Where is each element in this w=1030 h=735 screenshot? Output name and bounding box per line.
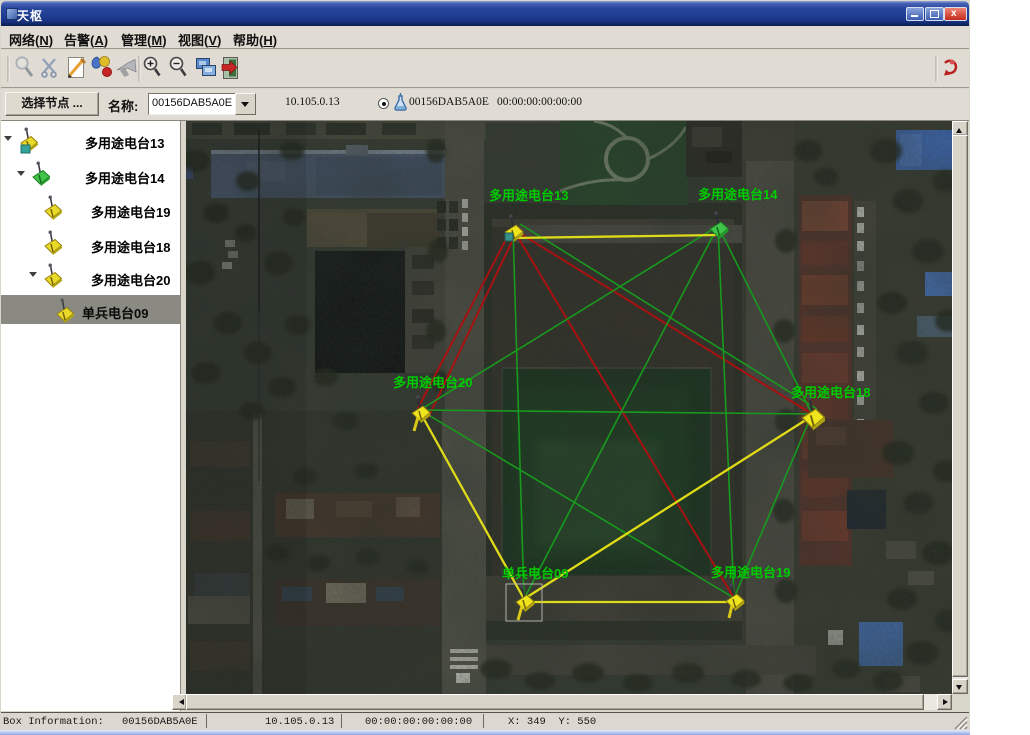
svg-text:多用途电台18: 多用途电台18 bbox=[791, 385, 870, 400]
svg-text:多用途电台20: 多用途电台20 bbox=[393, 375, 472, 390]
svg-text:单兵电台09: 单兵电台09 bbox=[502, 566, 568, 581]
svg-text:多用途电台13: 多用途电台13 bbox=[489, 188, 568, 203]
svg-text:多用途电台19: 多用途电台19 bbox=[711, 565, 790, 580]
svg-text:多用途电台14: 多用途电台14 bbox=[698, 187, 778, 202]
